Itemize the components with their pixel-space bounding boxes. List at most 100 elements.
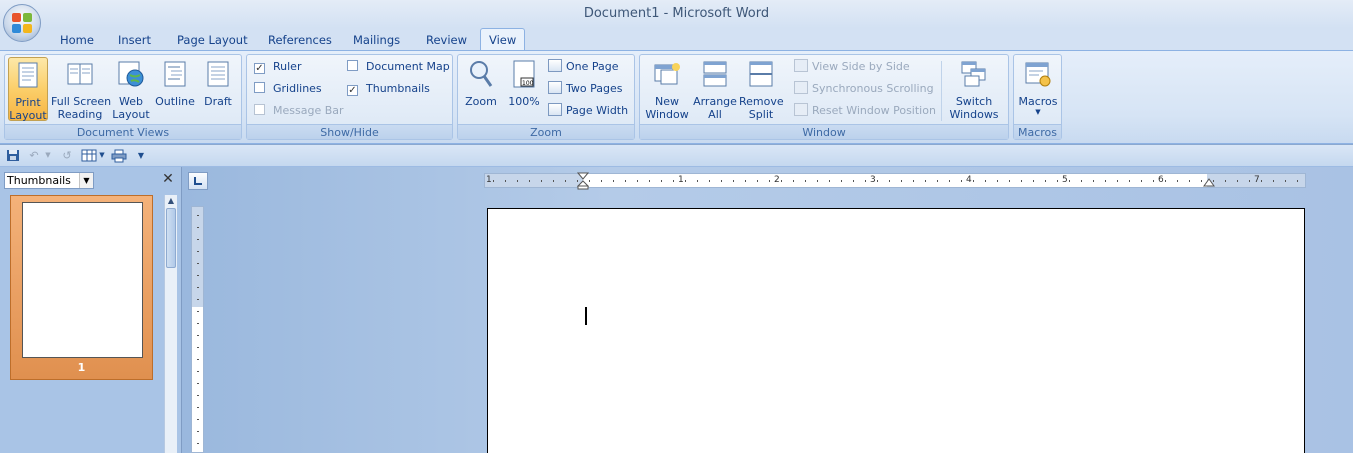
tab-insert[interactable]: Insert	[118, 32, 151, 50]
ruler-tick	[913, 180, 914, 182]
document-map-checkbox-row[interactable]: Document Map	[347, 58, 450, 76]
ruler-tab-selector[interactable]	[188, 172, 208, 190]
print-layout-button[interactable]: Print Layout	[8, 57, 48, 122]
ruler-number: 2	[774, 175, 780, 185]
ruler-tick	[505, 180, 506, 182]
ruler-tick	[961, 180, 962, 182]
ruler-checkbox[interactable]: ✓	[254, 63, 265, 74]
ruler-tick	[889, 180, 890, 182]
ruler-tick	[865, 180, 866, 182]
ruler-tick	[1081, 180, 1082, 182]
show-hide-group-label: Show/Hide	[247, 124, 452, 139]
ruler-left-margin	[485, 174, 583, 187]
ruler-top-margin	[192, 207, 203, 307]
workspace: Thumbnails ▼ ✕ 1 ▲ 1 1 2 3 4 5 6 7	[0, 167, 1353, 453]
tab-view[interactable]: View	[480, 28, 526, 51]
thumbnails-label: Thumbnails	[366, 82, 430, 95]
vertical-ruler[interactable]	[191, 206, 204, 453]
two-pages-icon	[548, 81, 562, 94]
ruler-tick	[685, 180, 686, 182]
table-icon[interactable]	[81, 149, 97, 162]
close-icon[interactable]: ✕	[161, 171, 175, 187]
tab-references[interactable]: References	[268, 32, 332, 50]
ruler-tick	[1153, 180, 1154, 182]
thumbnails-select[interactable]: Thumbnails ▼	[4, 172, 94, 189]
zoom-100-button[interactable]: 100 100%	[504, 57, 544, 121]
scroll-up-arrow-icon[interactable]: ▲	[165, 195, 177, 207]
zoom-button[interactable]: Zoom	[461, 57, 501, 121]
ruler-tick	[973, 180, 974, 182]
ruler-tick	[1129, 180, 1130, 182]
svg-text:100: 100	[522, 80, 534, 87]
page-thumbnail[interactable]: 1	[10, 195, 153, 380]
arrange-all-button[interactable]: Arrange All	[693, 57, 737, 121]
ruler-tick	[997, 180, 998, 182]
save-icon[interactable]	[6, 149, 20, 162]
full-screen-reading-label: Full Screen Reading	[51, 95, 112, 121]
full-screen-reading-button[interactable]: Full Screen Reading	[51, 57, 112, 121]
scrollbar-thumb[interactable]	[166, 208, 176, 268]
undo-dropdown-icon[interactable]: ▼	[44, 149, 52, 162]
ruler-tick	[589, 180, 590, 182]
macros-button[interactable]: Macros ▼	[1017, 57, 1059, 121]
outline-label: Outline	[155, 95, 195, 108]
ruler-tick	[757, 180, 758, 182]
ruler-tick	[1045, 180, 1046, 182]
remove-split-button[interactable]: Remove Split	[739, 57, 784, 121]
thumbnails-checkbox[interactable]: ✓	[347, 85, 358, 96]
ruler-tick	[817, 180, 818, 182]
document-page[interactable]	[487, 208, 1305, 453]
horizontal-ruler[interactable]: 1 1 2 3 4 5 6 7	[484, 172, 1306, 190]
ruler-label: Ruler	[273, 60, 302, 73]
office-button[interactable]	[3, 4, 41, 42]
outline-button[interactable]: Outline	[153, 57, 197, 121]
thumbnails-checkbox-row[interactable]: ✓ Thumbnails	[347, 80, 430, 98]
thumbnail-scrollbar[interactable]: ▲	[164, 195, 177, 453]
switch-windows-label: Switch Windows	[949, 95, 999, 121]
ruler-tick	[197, 215, 199, 216]
tab-mailings[interactable]: Mailings	[353, 32, 400, 50]
redo-icon[interactable]: ↺	[60, 149, 74, 162]
web-layout-button[interactable]: Web Layout	[111, 57, 151, 121]
one-page-icon	[548, 59, 562, 72]
gridlines-checkbox[interactable]	[254, 82, 265, 93]
ruler-tick	[197, 407, 199, 408]
ruler-tick	[1009, 180, 1010, 182]
ruler-tick	[697, 180, 698, 182]
gridlines-checkbox-row[interactable]: Gridlines	[254, 80, 322, 98]
ruler-tick	[1021, 180, 1022, 182]
table-dropdown-icon[interactable]: ▼	[98, 149, 106, 162]
window-title: Document1 - Microsoft Word	[583, 6, 770, 21]
chevron-down-icon[interactable]: ▼	[79, 173, 93, 188]
ruler-tick	[805, 180, 806, 182]
page-width-button[interactable]: Page Width	[548, 102, 628, 120]
message-bar-checkbox-row: Message Bar	[254, 102, 344, 120]
office-logo-icon	[12, 13, 32, 33]
undo-icon[interactable]: ↶	[27, 149, 41, 162]
tab-home[interactable]: Home	[60, 32, 94, 50]
two-pages-button[interactable]: Two Pages	[548, 80, 622, 98]
tab-page-layout[interactable]: Page Layout	[177, 32, 248, 50]
text-cursor	[585, 307, 587, 325]
switch-windows-button[interactable]: Switch Windows	[945, 57, 1003, 121]
ruler-tick	[1189, 180, 1190, 182]
tab-review[interactable]: Review	[426, 32, 467, 50]
indent-marker-icon[interactable]	[577, 172, 589, 190]
print-icon[interactable]	[111, 149, 127, 163]
draft-button[interactable]: Draft	[199, 57, 237, 121]
print-layout-label: Print Layout	[9, 96, 47, 122]
ruler-tick	[1165, 180, 1166, 182]
reset-window-position-label: Reset Window Position	[812, 104, 936, 117]
new-window-button[interactable]: New Window	[643, 57, 691, 121]
customize-toolbar-icon[interactable]: ▼	[136, 149, 146, 162]
ruler-checkbox-row[interactable]: ✓ Ruler	[254, 58, 301, 76]
view-side-by-side-button: View Side by Side	[794, 58, 910, 76]
ruler-tick	[829, 180, 830, 182]
one-page-button[interactable]: One Page	[548, 58, 619, 76]
ruler-tick	[709, 180, 710, 182]
document-map-checkbox[interactable]	[347, 60, 358, 71]
outline-icon	[164, 61, 186, 87]
view-side-by-side-label: View Side by Side	[812, 60, 910, 73]
synchronous-scrolling-icon	[794, 81, 808, 94]
ruler-tick	[841, 180, 842, 182]
